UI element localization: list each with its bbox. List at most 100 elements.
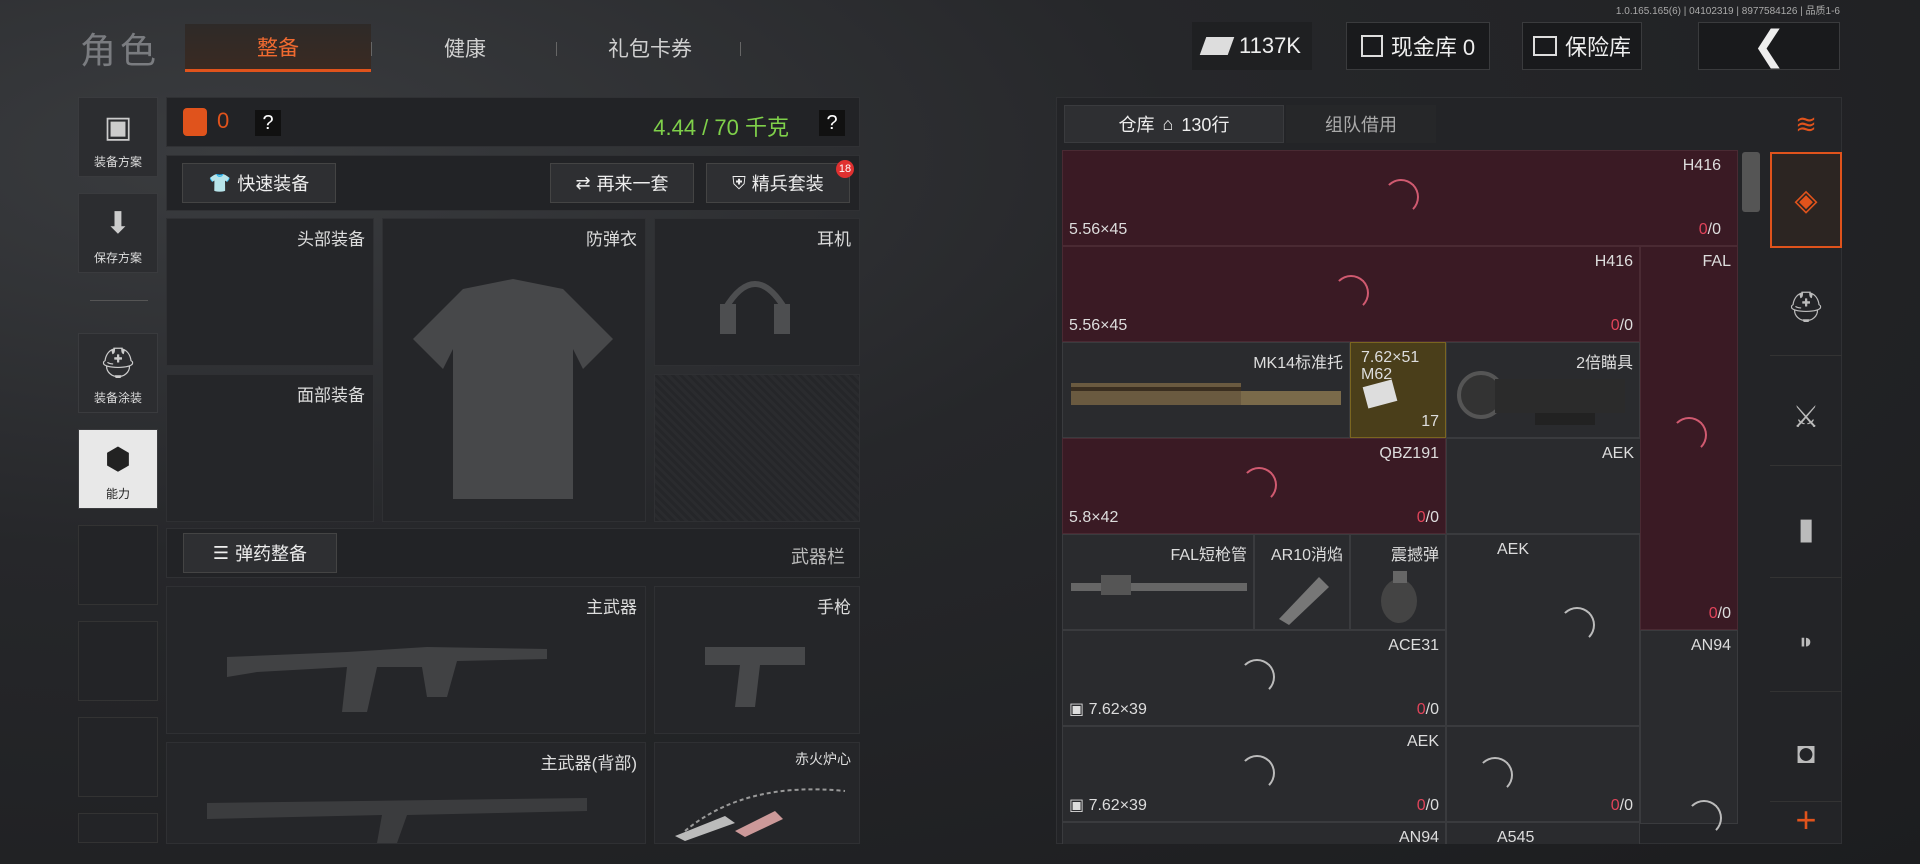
item-caliber: 5.56×45 bbox=[1069, 317, 1128, 334]
plus-icon: + bbox=[1795, 799, 1817, 840]
back-button[interactable]: ❮ bbox=[1698, 22, 1840, 70]
tab-equip[interactable]: 整备 bbox=[185, 24, 371, 72]
safe-button[interactable]: 保险库 bbox=[1522, 22, 1642, 70]
face-slot[interactable]: 面部装备 bbox=[166, 374, 374, 522]
quick-equip-label: 快速装备 bbox=[237, 174, 310, 194]
item-ace31[interactable]: ACE31 ▣ 7.62×39 0/0 bbox=[1062, 630, 1446, 726]
barrel-icon bbox=[1071, 575, 1247, 595]
pistol-silhouette-icon bbox=[705, 647, 805, 707]
face-slot-label: 面部装备 bbox=[297, 386, 365, 405]
item-qbz191[interactable]: QBZ191 5.8×42 0/0 bbox=[1062, 438, 1446, 534]
weapon-bar-header: ☰ 弹药整备 武器栏 bbox=[166, 528, 860, 578]
bullet-icon: ⁍ bbox=[1798, 627, 1814, 660]
add-button[interactable]: + bbox=[1770, 796, 1842, 844]
back-weapon-slot[interactable]: 主武器(背部) bbox=[166, 742, 646, 844]
item-an94[interactable]: AN94 bbox=[1062, 822, 1446, 844]
tab-warehouse[interactable]: 仓库 ⌂ 130行 bbox=[1064, 105, 1284, 143]
help-icon[interactable]: ? bbox=[255, 110, 281, 136]
magazine-icon: ▮ bbox=[1797, 513, 1815, 546]
category-all[interactable]: ◈ bbox=[1770, 152, 1842, 248]
ammo-equip-label: 弹药整备 bbox=[235, 544, 308, 564]
item-count: 0/0 bbox=[1417, 797, 1439, 815]
save-plan-label: 保存方案 bbox=[93, 251, 142, 265]
head-slot-label: 头部装备 bbox=[297, 230, 365, 249]
item-name: AN94 bbox=[1398, 829, 1439, 844]
item-count-zero: 0 bbox=[1610, 317, 1620, 334]
divider bbox=[90, 300, 148, 301]
item-caliber: 5.56×45 bbox=[1069, 221, 1128, 238]
download-icon: ⬇ bbox=[105, 207, 131, 240]
item-aek[interactable]: AEK bbox=[1446, 438, 1640, 534]
head-slot[interactable]: 头部装备 bbox=[166, 218, 374, 366]
item-ammo-762-m62[interactable]: 7.62×51 M62 17 bbox=[1350, 342, 1446, 438]
sight-icon: ◘ bbox=[1796, 736, 1816, 770]
item-h416[interactable]: H416 5.56×45 0/0 bbox=[1062, 246, 1640, 342]
helmet-icon: ⛑ bbox=[1786, 291, 1826, 324]
quick-equip-button[interactable]: 👕 快速装备 bbox=[182, 163, 336, 203]
ammo-equip-button[interactable]: ☰ 弹药整备 bbox=[183, 533, 337, 573]
save-plan-button[interactable]: ⬇ 保存方案 bbox=[78, 193, 158, 273]
category-weapon[interactable]: ⚔ bbox=[1770, 370, 1842, 466]
item-count: 0/0 bbox=[1611, 797, 1633, 815]
vest-icon: ▣ bbox=[103, 111, 133, 144]
item-a545[interactable]: A545 bbox=[1446, 822, 1640, 844]
tab-health[interactable]: 健康 bbox=[380, 24, 550, 72]
vest-slot[interactable]: 防弹衣 bbox=[382, 218, 646, 522]
rail-icon bbox=[1071, 383, 1341, 405]
armor-count: 0 bbox=[217, 108, 230, 133]
melee-slot[interactable]: 赤火炉心 bbox=[654, 742, 860, 844]
elite-set-button[interactable]: ⛨ 精兵套装 bbox=[706, 163, 850, 203]
again-set-button[interactable]: ⇄ 再来一套 bbox=[550, 163, 694, 203]
item-2x-scope[interactable]: 2倍瞄具 bbox=[1446, 342, 1640, 438]
item-h416[interactable]: H416 5.56×45 0/0 bbox=[1062, 150, 1738, 246]
vest-silhouette-icon bbox=[413, 279, 613, 499]
loading-icon bbox=[1239, 659, 1275, 695]
cash-vault-button[interactable]: 现金库 0 bbox=[1346, 22, 1490, 70]
melee-slot-label: 赤火炉心 bbox=[795, 751, 851, 767]
item-slot[interactable]: 0/0 bbox=[1446, 726, 1640, 822]
pistol-slot[interactable]: 手枪 bbox=[654, 586, 860, 734]
cash-icon bbox=[1199, 37, 1235, 55]
loading-icon bbox=[1671, 417, 1707, 453]
back-rifle-silhouette-icon bbox=[207, 798, 587, 843]
item-name: AR10消焰 bbox=[1270, 547, 1343, 564]
category-armor[interactable]: ⛑ bbox=[1770, 260, 1842, 356]
back-weapon-label: 主武器(背部) bbox=[540, 754, 637, 773]
earphone-slot[interactable]: 耳机 bbox=[654, 218, 860, 366]
tab-team-borrow[interactable]: 组队借用 bbox=[1286, 105, 1436, 143]
loading-icon bbox=[1333, 275, 1369, 311]
item-count-total: /0 bbox=[1707, 221, 1721, 238]
extra-slot[interactable] bbox=[654, 374, 860, 522]
scrollbar-thumb[interactable] bbox=[1742, 152, 1760, 212]
item-name: AN94 bbox=[1690, 637, 1731, 654]
layers-refresh-icon[interactable]: ≋ bbox=[1770, 97, 1842, 151]
item-fal-short-barrel[interactable]: FAL短枪管 bbox=[1062, 534, 1254, 630]
item-ar10-flash-hider[interactable]: AR10消焰 bbox=[1254, 534, 1350, 630]
tab-gift-label: 礼包卡券 bbox=[608, 38, 692, 61]
item-caliber: ▣ 7.62×39 bbox=[1069, 701, 1147, 718]
category-magazine[interactable]: ▮ bbox=[1770, 482, 1842, 578]
item-an94[interactable]: AN94 bbox=[1640, 630, 1738, 824]
equip-plan-button[interactable]: ▣ 装备方案 bbox=[78, 97, 158, 177]
item-fal[interactable]: FAL 0/0 bbox=[1640, 246, 1738, 630]
shirt-icon: 👕 bbox=[208, 172, 232, 193]
item-aek[interactable]: AEK ▣ 7.62×39 0/0 bbox=[1062, 726, 1446, 822]
weapon-bar-label: 武器栏 bbox=[791, 547, 845, 567]
item-name: QBZ191 bbox=[1379, 445, 1439, 462]
ability-button[interactable]: ⬢ 能力 bbox=[78, 429, 158, 509]
item-aek[interactable]: AEK bbox=[1446, 534, 1640, 726]
armor-icon bbox=[183, 108, 207, 136]
item-caliber: 5.8×42 bbox=[1069, 509, 1119, 526]
weight-help-icon[interactable]: ? bbox=[819, 110, 845, 136]
vault-icon bbox=[1360, 35, 1383, 57]
item-mk14-stock[interactable]: MK14标准托 bbox=[1062, 342, 1350, 438]
equip-skin-button[interactable]: ⛑ 装备涂装 bbox=[78, 333, 158, 413]
item-count: 0/0 bbox=[1699, 221, 1721, 239]
category-attachment[interactable]: ◘ bbox=[1770, 706, 1842, 802]
tab-gift[interactable]: 礼包卡券 bbox=[560, 24, 740, 72]
refresh-icon: ⇄ bbox=[575, 172, 591, 193]
item-flashbang[interactable]: 震撼弹 bbox=[1350, 534, 1446, 630]
main-weapon-slot[interactable]: 主武器 bbox=[166, 586, 646, 734]
category-ammo[interactable]: ⁍ bbox=[1770, 596, 1842, 692]
ammo-stack-icon: ☰ bbox=[212, 542, 230, 563]
